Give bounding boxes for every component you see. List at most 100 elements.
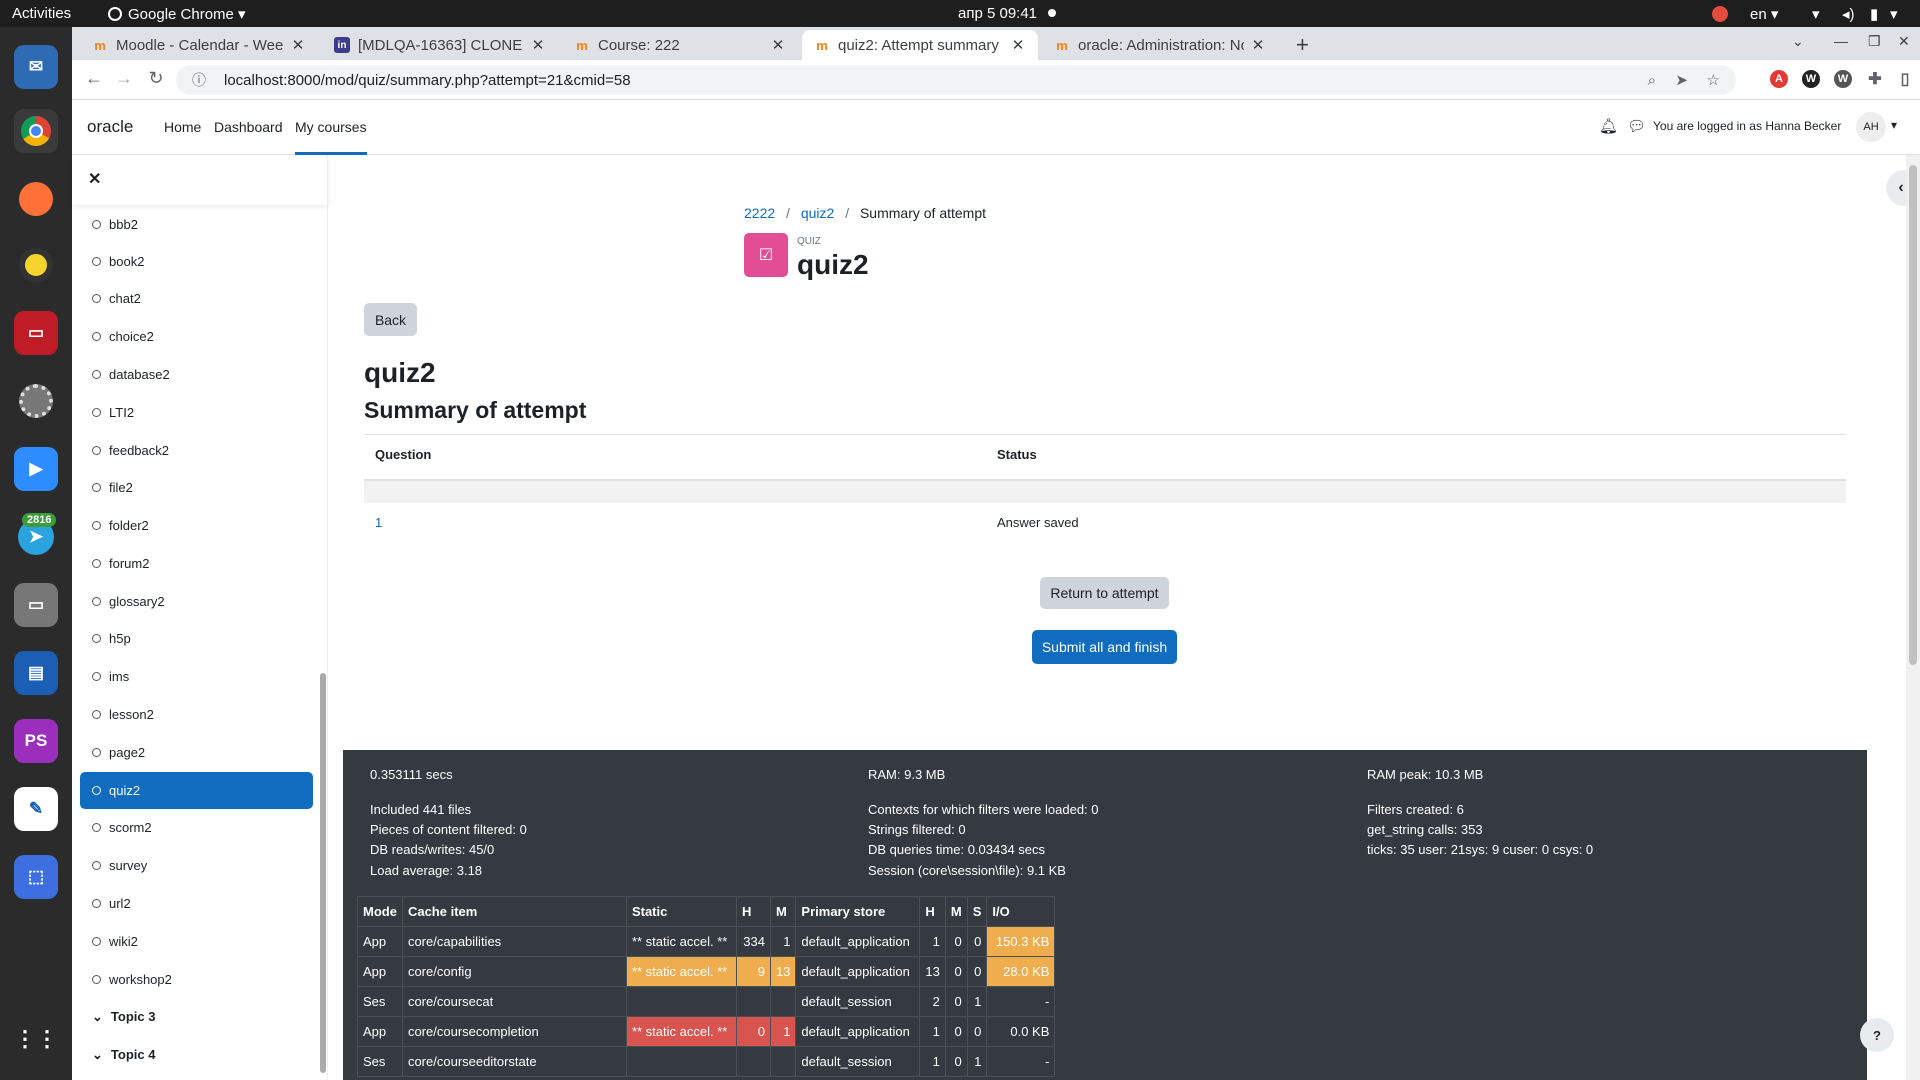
thunderbird-icon[interactable]: ✉	[14, 45, 58, 89]
course-index-item[interactable]: ims	[80, 658, 313, 695]
question-link[interactable]: 1	[375, 515, 382, 530]
scrollbar-thumb[interactable]	[1909, 165, 1917, 665]
submit-all-button[interactable]: Submit all and finish	[1032, 630, 1177, 664]
send-icon[interactable]: ➤	[1675, 71, 1688, 89]
course-index-item-current[interactable]: quiz2	[80, 772, 313, 809]
user-avatar[interactable]: AH	[1856, 112, 1886, 142]
files-icon[interactable]: ▭	[14, 583, 58, 627]
course-index-item[interactable]: bbb2	[80, 206, 313, 243]
tab-course-222[interactable]: m Course: 222 ✕	[562, 30, 798, 60]
battery-icon[interactable]: ▮	[1870, 5, 1878, 23]
cache-cell: 334	[735, 926, 771, 957]
course-index-item[interactable]: page2	[80, 734, 313, 771]
course-index-item[interactable]: feedback2	[80, 432, 313, 469]
firefox-icon[interactable]	[14, 177, 58, 221]
chrome-indicator-icon[interactable]	[1712, 6, 1728, 22]
language-indicator[interactable]: en ▾	[1750, 5, 1778, 23]
chevron-down-icon[interactable]: ⌄	[92, 1047, 103, 1063]
close-drawer-icon[interactable]: ✕	[88, 169, 101, 189]
course-index-item[interactable]: survey	[80, 847, 313, 884]
course-index-item[interactable]: choice2	[80, 318, 313, 355]
close-tab-icon[interactable]: ✕	[530, 36, 546, 54]
zoom-search-icon[interactable]: ⌕	[1648, 72, 1656, 89]
cache-cell: ** static accel. **	[625, 956, 737, 987]
wordpress-icon[interactable]: W	[1834, 70, 1852, 88]
site-info-icon[interactable]: ⓘ	[192, 70, 206, 90]
course-index-item[interactable]: scorm2	[80, 809, 313, 846]
course-section-topic-4[interactable]: ⌄ Topic 4	[80, 1036, 313, 1073]
course-index-item[interactable]: h5p	[80, 620, 313, 657]
cache-cell: 13	[769, 956, 797, 987]
course-index-item[interactable]: url2	[80, 885, 313, 922]
chevron-down-icon[interactable]: ⌄	[92, 1009, 103, 1025]
text-editor-icon[interactable]: ✎	[14, 787, 58, 831]
nav-my-courses[interactable]: My courses	[295, 119, 367, 155]
reload-icon[interactable]: ↻	[144, 68, 168, 89]
chrome-icon[interactable]	[14, 109, 58, 153]
url-field[interactable]: ⓘ localhost:8000/mod/quiz/summary.php?at…	[176, 65, 1736, 95]
tab-search-icon[interactable]: ⌄	[1792, 33, 1804, 50]
close-tab-icon[interactable]: ✕	[1250, 36, 1266, 54]
back-arrow-icon[interactable]: ←	[82, 68, 106, 89]
course-index-item[interactable]: file2	[80, 469, 313, 506]
clock[interactable]: апр 5 09:41	[958, 5, 1037, 22]
show-apps-icon[interactable]: ⋮⋮	[14, 1017, 58, 1061]
course-section-topic-3[interactable]: ⌄ Topic 3	[80, 998, 313, 1035]
maximize-icon[interactable]: ❐	[1868, 33, 1881, 50]
zoom-icon[interactable]: ▶	[14, 447, 58, 491]
new-tab-button[interactable]: +	[1284, 30, 1314, 60]
rhythmbox-icon[interactable]	[14, 243, 58, 287]
wifi-icon[interactable]: ▾	[1812, 5, 1820, 23]
breadcrumb-course[interactable]: 2222	[744, 205, 775, 221]
course-index-item[interactable]: book2	[80, 243, 313, 280]
volume-icon[interactable]: ◂)	[1842, 5, 1855, 23]
messages-icon[interactable]: 💬︎	[1627, 117, 1646, 135]
close-tab-icon[interactable]: ✕	[770, 36, 786, 54]
breadcrumb-quiz[interactable]: quiz2	[801, 205, 834, 221]
close-tab-icon[interactable]: ✕	[290, 36, 306, 54]
tab-quiz2-summary[interactable]: m quiz2: Attempt summary ✕	[802, 30, 1038, 60]
course-index-item[interactable]: forum2	[80, 545, 313, 582]
course-index-item[interactable]: lesson2	[80, 696, 313, 733]
close-tab-icon[interactable]: ✕	[1010, 36, 1026, 54]
nav-home[interactable]: Home	[164, 119, 201, 135]
notifications-bell-icon[interactable]: 🔔︎	[1599, 117, 1618, 135]
course-index-item[interactable]: LTI2	[80, 394, 313, 431]
tab-moodle-calendar[interactable]: m Moodle - Calendar - Week ✕	[80, 30, 318, 60]
course-index-item[interactable]: folder2	[80, 507, 313, 544]
adblock-icon[interactable]: A	[1770, 70, 1788, 88]
bookmark-star-icon[interactable]: ☆	[1707, 71, 1720, 89]
side-panel-icon[interactable]: ▯	[1896, 70, 1914, 88]
course-index-item[interactable]: wiki2	[80, 923, 313, 960]
site-brand[interactable]: oracle	[87, 117, 133, 137]
close-window-icon[interactable]: ✕	[1898, 33, 1910, 50]
help-button[interactable]: ?	[1860, 1018, 1894, 1052]
system-menu-icon[interactable]: ▾	[1890, 5, 1898, 23]
return-to-attempt-button[interactable]: Return to attempt	[1040, 577, 1169, 609]
forward-arrow-icon[interactable]: →	[112, 68, 136, 89]
course-index-item[interactable]: glossary2	[80, 583, 313, 620]
minimize-icon[interactable]: —	[1834, 33, 1848, 49]
phpstorm-icon[interactable]: PS	[14, 719, 58, 763]
back-button[interactable]: Back	[364, 303, 417, 336]
extension-w-icon[interactable]: W	[1802, 70, 1820, 88]
writer-icon[interactable]: ▤	[14, 651, 58, 695]
course-index-item[interactable]: database2	[80, 356, 313, 393]
tab-mdlqa[interactable]: in [MDLQA-16363] CLONE - U ✕	[322, 30, 558, 60]
page-scrollbar[interactable]	[1906, 155, 1920, 1080]
extensions-puzzle-icon[interactable]: ✚	[1866, 70, 1884, 88]
activities-button[interactable]: Activities	[12, 5, 71, 22]
user-menu-chevron-icon[interactable]: ▾	[1891, 118, 1897, 132]
tab-oracle-admin[interactable]: m oracle: Administration: No ✕	[1042, 30, 1278, 60]
activity-status-icon	[92, 597, 101, 606]
settings-icon[interactable]	[14, 379, 58, 423]
terminal-app-icon[interactable]: ▭	[14, 311, 58, 355]
drawer-scrollbar[interactable]	[320, 673, 326, 1073]
telegram-icon[interactable]: ➤ 2816	[14, 513, 58, 559]
course-index-item[interactable]: chat2	[80, 280, 313, 317]
nav-dashboard[interactable]: Dashboard	[214, 119, 283, 135]
course-index-item[interactable]: workshop2	[80, 961, 313, 998]
screenshot-icon[interactable]: ⬚	[14, 855, 58, 899]
app-menu[interactable]: Google Chrome ▾	[108, 5, 246, 23]
cache-cell: core/coursecompletion	[401, 1016, 627, 1047]
